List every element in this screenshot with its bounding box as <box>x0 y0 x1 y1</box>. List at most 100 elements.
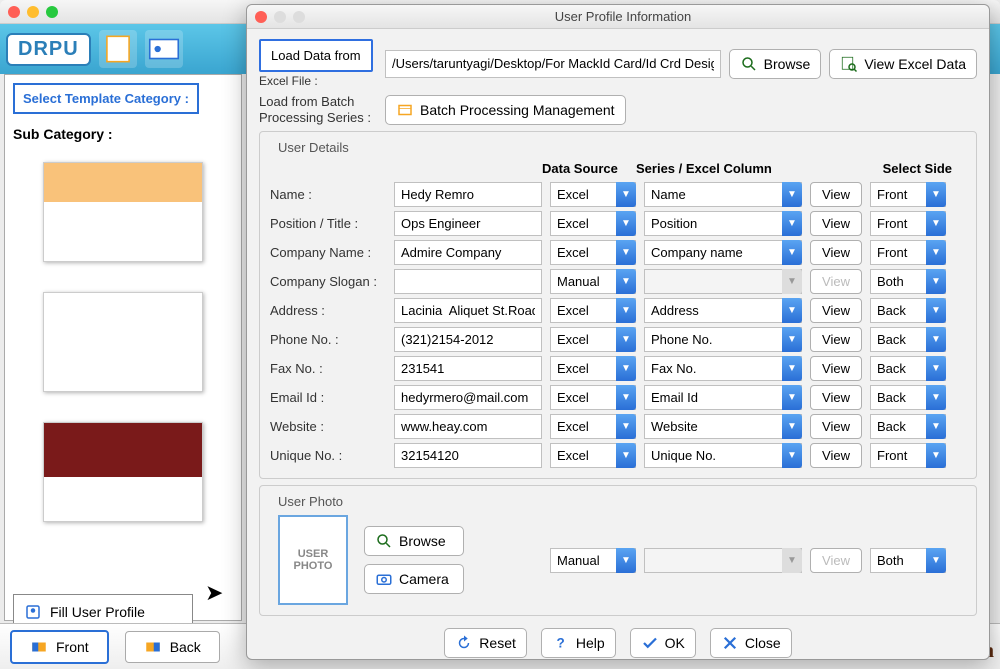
side-select[interactable]: ▼ <box>870 443 946 468</box>
close-button[interactable]: Close <box>710 628 792 658</box>
photo-data-source-select[interactable]: ▼ <box>550 548 636 573</box>
field-input[interactable] <box>394 385 542 410</box>
window-controls <box>8 6 58 18</box>
excel-column-select[interactable]: ▼ <box>644 356 802 381</box>
excel-column-select[interactable]: ▼ <box>644 414 802 439</box>
excel-column-select[interactable]: ▼ <box>644 298 802 323</box>
field-row: Address : ▼ ▼ View ▼ <box>270 298 966 323</box>
browse-button[interactable]: Browse <box>729 49 822 79</box>
side-select[interactable]: ▼ <box>870 269 946 294</box>
photo-side-select[interactable]: ▼ <box>870 548 946 573</box>
help-label: Help <box>576 635 605 651</box>
photo-browse-button[interactable]: Browse <box>364 526 464 556</box>
view-button[interactable]: View <box>810 211 862 236</box>
excel-column-select[interactable]: ▼ <box>644 240 802 265</box>
excel-column-select[interactable]: ▼ <box>644 182 802 207</box>
excel-column-select[interactable]: ▼ <box>644 211 802 236</box>
side-select[interactable]: ▼ <box>870 211 946 236</box>
user-photo-legend: User Photo <box>274 494 347 509</box>
help-button[interactable]: ? Help <box>541 628 616 658</box>
field-input[interactable] <box>394 240 542 265</box>
template-panel: Select Template Category : Sub Category … <box>4 74 242 621</box>
side-select[interactable]: ▼ <box>870 327 946 352</box>
view-button: View <box>810 269 862 294</box>
wizard-icon[interactable] <box>99 30 137 68</box>
field-input[interactable] <box>394 211 542 236</box>
header-data-source: Data Source <box>542 161 636 176</box>
excel-column-select[interactable]: ▼ <box>644 385 802 410</box>
field-label: Unique No. : <box>270 448 386 463</box>
minimize-window-icon[interactable] <box>27 6 39 18</box>
select-template-category-button[interactable]: Select Template Category : <box>13 83 199 114</box>
user-card-icon[interactable] <box>145 30 183 68</box>
batch-processing-button[interactable]: Batch Processing Management <box>385 95 626 125</box>
svg-text:?: ? <box>556 636 564 651</box>
field-label: Website : <box>270 419 386 434</box>
template-thumb[interactable] <box>43 162 203 262</box>
data-source-select[interactable]: ▼ <box>550 269 636 294</box>
view-button[interactable]: View <box>810 240 862 265</box>
close-window-icon[interactable] <box>8 6 20 18</box>
data-source-select[interactable]: ▼ <box>550 240 636 265</box>
photo-camera-button[interactable]: Camera <box>364 564 464 594</box>
view-button[interactable]: View <box>810 327 862 352</box>
side-select[interactable]: ▼ <box>870 385 946 410</box>
data-source-select[interactable]: ▼ <box>550 211 636 236</box>
view-button[interactable]: View <box>810 414 862 439</box>
reset-button[interactable]: Reset <box>444 628 527 658</box>
close-icon <box>721 634 739 652</box>
data-source-select[interactable]: ▼ <box>550 327 636 352</box>
load-data-from-button[interactable]: Load Data from <box>259 39 373 72</box>
excel-column-select[interactable]: ▼ <box>644 443 802 468</box>
close-label: Close <box>745 635 781 651</box>
data-source-select[interactable]: ▼ <box>550 356 636 381</box>
browse-label: Browse <box>764 56 811 72</box>
view-button[interactable]: View <box>810 385 862 410</box>
template-thumb[interactable] <box>43 292 203 392</box>
tab-front[interactable]: Front <box>10 630 109 664</box>
template-thumb[interactable] <box>43 422 203 522</box>
view-excel-data-button[interactable]: View Excel Data <box>829 49 977 79</box>
data-source-select[interactable]: ▼ <box>550 385 636 410</box>
data-source-select[interactable]: ▼ <box>550 414 636 439</box>
maximize-window-icon[interactable] <box>46 6 58 18</box>
data-source-select[interactable]: ▼ <box>550 182 636 207</box>
field-input[interactable] <box>394 443 542 468</box>
field-input[interactable] <box>394 414 542 439</box>
user-photo-placeholder[interactable]: USER PHOTO <box>278 515 348 605</box>
photo-browse-label: Browse <box>399 533 446 549</box>
camera-icon <box>375 570 393 588</box>
data-source-select[interactable]: ▼ <box>550 443 636 468</box>
arrow-right-icon: ➤ <box>205 580 223 606</box>
side-select[interactable]: ▼ <box>870 240 946 265</box>
field-label: Address : <box>270 303 386 318</box>
field-label: Name : <box>270 187 386 202</box>
view-button[interactable]: View <box>810 356 862 381</box>
template-list[interactable] <box>5 146 241 586</box>
view-button[interactable]: View <box>810 443 862 468</box>
field-input[interactable] <box>394 298 542 323</box>
side-select[interactable]: ▼ <box>870 414 946 439</box>
field-row: Name : ▼ ▼ View ▼ <box>270 182 966 207</box>
photo-view-button: View <box>810 548 862 573</box>
field-input[interactable] <box>394 182 542 207</box>
modal-close-icon[interactable] <box>255 11 267 23</box>
load-batch-label: Load from Batch Processing Series : <box>259 94 377 125</box>
excel-column-select[interactable]: ▼ <box>644 327 802 352</box>
tab-back[interactable]: Back <box>125 631 220 663</box>
side-select[interactable]: ▼ <box>870 298 946 323</box>
data-source-select[interactable]: ▼ <box>550 298 636 323</box>
field-label: Position / Title : <box>270 216 386 231</box>
excel-path-input[interactable] <box>385 50 721 78</box>
field-input[interactable] <box>394 269 542 294</box>
field-row: Email Id :▼▼View▼ <box>270 385 966 410</box>
view-button[interactable]: View <box>810 298 862 323</box>
side-select[interactable]: ▼ <box>870 356 946 381</box>
side-select[interactable]: ▼ <box>870 182 946 207</box>
ok-button[interactable]: OK <box>630 628 696 658</box>
excel-magnifier-icon <box>840 55 858 73</box>
photo-camera-label: Camera <box>399 571 449 587</box>
field-input[interactable] <box>394 356 542 381</box>
view-button[interactable]: View <box>810 182 862 207</box>
field-input[interactable] <box>394 327 542 352</box>
